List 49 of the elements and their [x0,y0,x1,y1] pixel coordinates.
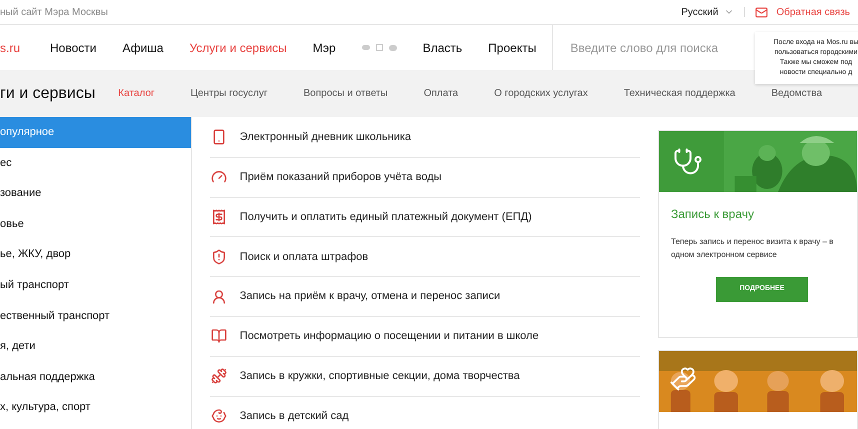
shield-icon [210,248,227,265]
category-item[interactable]: я, дети [0,331,191,362]
service-link[interactable]: Запись в кружки, спортивные секции, дома творчества [240,368,520,384]
category-item[interactable]: ый транспорт [0,270,191,301]
service-link[interactable]: Получить и оплатить единый платежный документ (ЕПД) [240,208,532,226]
service-link[interactable]: Запись на приём к врачу, отмена и перенос записи [240,288,500,305]
category-item[interactable]: ье, ЖКУ, двор [0,239,191,270]
mail-icon [755,6,768,18]
language-select[interactable]: Русский [681,4,734,20]
stethoscope-icon [673,147,703,177]
category-item[interactable]: ес [0,148,191,178]
service-link[interactable]: Поиск и оплата штрафов [240,248,368,266]
category-item[interactable]: альная поддержка [0,362,191,392]
section-tab[interactable]: Вопросы и ответы [303,86,388,101]
service-link[interactable]: Посмотреть информацию о посещении и питании в школе [240,328,539,345]
service-link[interactable]: Электронный дневник школьника [240,129,412,146]
section-tab[interactable]: Каталог [118,86,155,101]
nav-link[interactable]: Новости [50,38,96,56]
section-tab[interactable]: О городских услугах [494,86,588,101]
phone-icon [210,129,227,146]
service-link[interactable]: Приём показаний приборов учёта воды [240,168,442,186]
service-link[interactable]: Запись в детский сад [240,408,349,425]
section-tab[interactable]: Оплата [424,86,458,101]
baby-icon [210,408,227,424]
logo[interactable]: s.ru [0,38,50,56]
card-title: Запись к врачу [671,206,756,223]
nav-link[interactable]: Услуги и сервисы [189,38,287,56]
category-item[interactable]: овье [0,208,191,240]
nav-link[interactable]: Мэр [312,38,336,56]
site-caption: ный сайт Мэра Москвы [0,6,108,20]
person-icon [210,288,227,305]
category-item[interactable]: ественный транспорт [0,300,191,332]
feedback-link[interactable]: Обратная связь [755,4,850,20]
nav-link[interactable]: Афиша [122,38,164,56]
section-tab[interactable]: Ведомства [771,86,822,101]
nav-link[interactable]: Проекты [488,38,536,56]
category-item[interactable]: опулярное [0,117,191,148]
section-tab[interactable]: Техническая поддержка [624,86,736,101]
section-tab[interactable]: Центры госуслуг [190,86,268,101]
category-item[interactable]: х, культура, спорт [0,392,191,423]
category-item[interactable]: зование [0,178,191,209]
dumbbell-icon [210,368,227,384]
card-text: Теперь запись и перенос визита к врачу – в одном электронном сервисе [671,236,834,261]
nav-link[interactable]: Власть [422,38,462,56]
receipt-icon [210,208,227,225]
hand-heart-icon [669,365,697,393]
book-icon [210,328,227,344]
gauge-icon [210,169,227,186]
section-title: ги и сервисы [0,84,96,104]
